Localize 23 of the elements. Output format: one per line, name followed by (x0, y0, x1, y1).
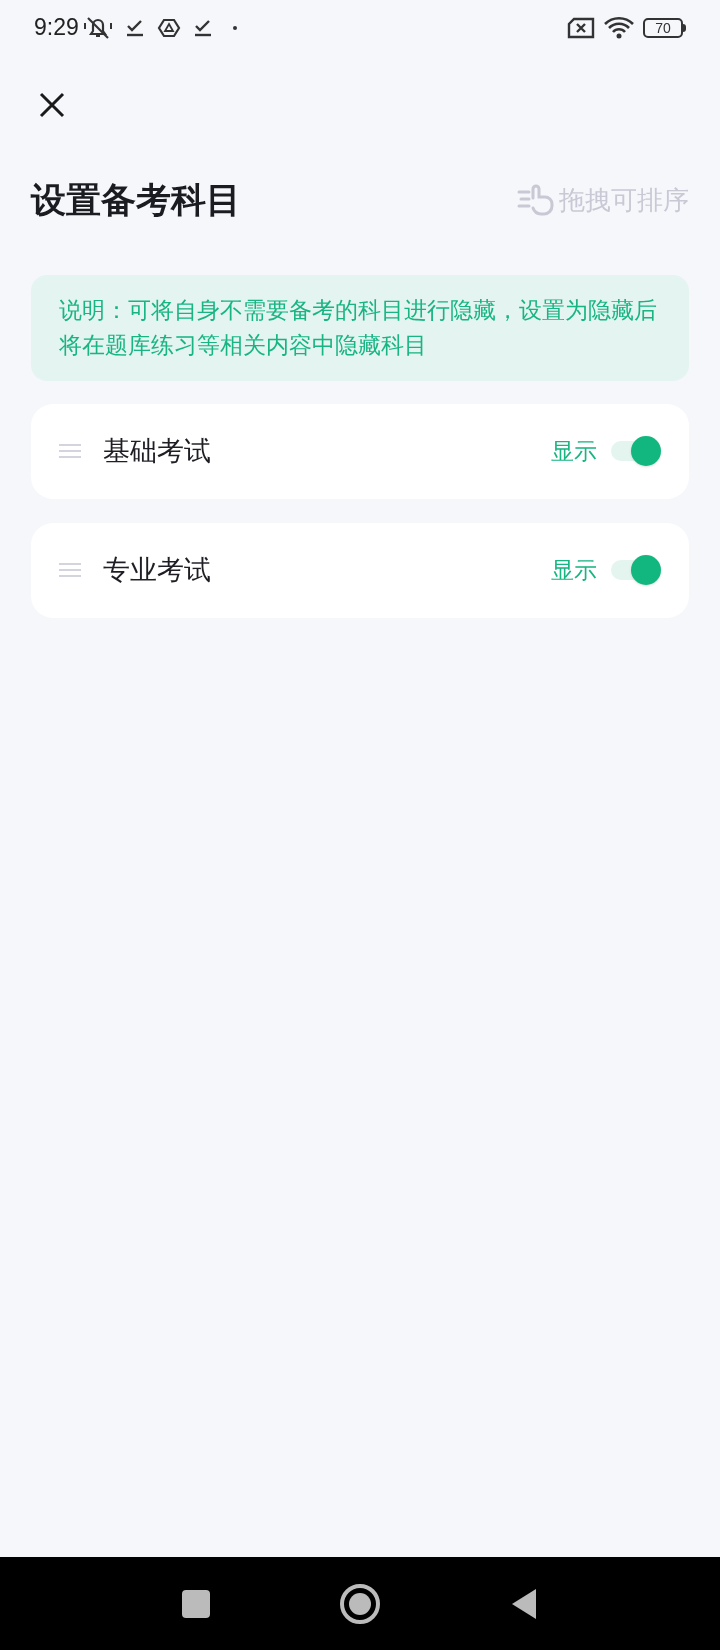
wifi-icon (603, 15, 635, 40)
recents-button[interactable] (182, 1589, 210, 1618)
download-done-icon (192, 17, 213, 38)
note-text: 说明：可将自身不需要备考的科目进行隐藏，设置为隐藏后将在题库练习等相关内容中隐藏科目 (59, 295, 658, 360)
bell-off-icon (82, 14, 113, 41)
triangle-icon (156, 16, 181, 39)
toggle-switch[interactable] (609, 555, 661, 585)
close-icon[interactable] (38, 91, 66, 119)
subject-name: 基础考试 (103, 434, 211, 468)
page-title: 设置备考科目 (31, 179, 241, 221)
visibility-label: 显示 (551, 555, 597, 585)
subject-name: 专业考试 (103, 553, 211, 587)
toggle-switch[interactable] (609, 436, 661, 466)
drag-handle-icon[interactable] (59, 562, 81, 578)
sim-off-icon (567, 16, 595, 39)
drag-handle-icon[interactable] (59, 443, 81, 459)
status-time: 9:29 (34, 13, 79, 43)
home-button[interactable] (340, 1583, 380, 1624)
battery-level: 70 (655, 20, 671, 35)
hand-drag-icon (517, 184, 555, 217)
visibility-label: 显示 (551, 436, 597, 466)
back-button[interactable] (510, 1586, 538, 1621)
download-done-icon (124, 17, 145, 38)
